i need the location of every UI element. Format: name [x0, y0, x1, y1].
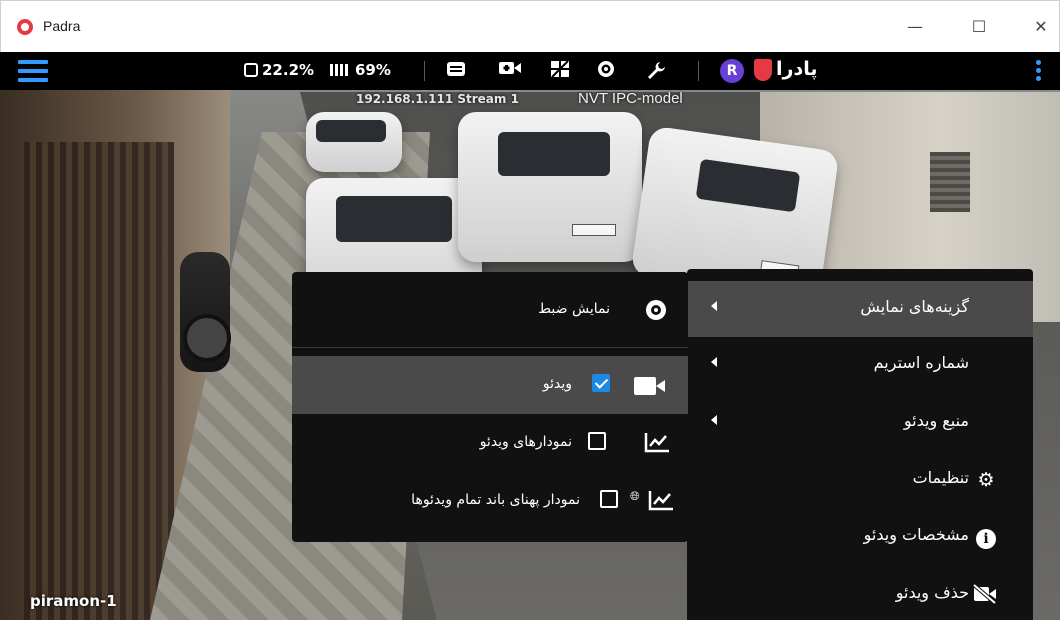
scene-car: [458, 112, 642, 262]
submenu-item-video-charts[interactable]: نمودارهای ویدئو: [292, 414, 688, 472]
menu-item-label: گزینه‌های نمایش: [860, 297, 969, 316]
menu-item-label: مشخصات ویدئو: [863, 525, 969, 544]
video-off-icon: [972, 583, 997, 606]
scene-window: [930, 152, 970, 212]
camera-model: NVT IPC-model: [578, 90, 683, 107]
chevron-left-icon: [711, 357, 717, 367]
memory-usage: 69%: [355, 61, 391, 79]
menu-icon[interactable]: [18, 60, 48, 82]
video-add-icon[interactable]: [498, 60, 522, 82]
scene-door: [24, 142, 174, 620]
close-icon[interactable]: ✕: [1029, 15, 1053, 39]
menu-item-video-source[interactable]: منبع ویدئو: [687, 395, 1033, 451]
submenu-item-show-recording[interactable]: نمایش ضبط: [292, 281, 688, 339]
brand-logo: پادرا: [776, 58, 818, 80]
submenu-item-label: نمودار پهنای باند تمام ویدئوها: [411, 492, 580, 508]
toolbar-divider: [424, 61, 425, 81]
chart-icon: [648, 489, 674, 511]
context-menu: گزینه‌های نمایش شماره استریم منبع ویدئو …: [687, 269, 1033, 620]
scene-car: [306, 112, 402, 172]
maximize-icon[interactable]: ☐: [967, 15, 991, 39]
chevron-left-icon: [711, 301, 717, 311]
stream-info: 192.168.1.111 Stream 1: [356, 92, 519, 106]
brand-shield-icon: [754, 59, 772, 81]
chart-icon: [644, 431, 670, 453]
submenu-item-label: ویدئو: [542, 376, 572, 392]
gear-icon: ⚙: [977, 469, 995, 491]
chevron-left-icon: [711, 415, 717, 425]
menu-item-label: شماره استریم: [873, 353, 969, 372]
menu-item-display-options[interactable]: گزینه‌های نمایش: [687, 281, 1033, 337]
video-charts-checkbox[interactable]: [588, 432, 606, 450]
video-icon: [634, 377, 666, 395]
toolbar-divider: [698, 61, 699, 81]
app-toolbar: 22.2% 69% R پادرا: [0, 52, 1060, 90]
minimize-icon[interactable]: —: [903, 15, 927, 39]
video-checkbox[interactable]: [592, 374, 610, 392]
menu-item-settings[interactable]: ⚙ تنظیمات: [687, 452, 1033, 508]
camera-name: piramon-1: [30, 592, 117, 610]
memory-icon: [330, 64, 350, 76]
cpu-icon: [244, 63, 258, 77]
grid-icon[interactable]: [548, 60, 572, 82]
menu-divider: [292, 347, 688, 348]
display-options-submenu: نمایش ضبط ویدئو نمودارهای ویدئو 🌐︎ نمودا…: [292, 272, 688, 542]
record-icon[interactable]: [594, 60, 618, 82]
submenu-item-label: نمایش ضبط: [538, 301, 610, 317]
window-titlebar: Padra — ☐ ✕: [0, 0, 1060, 52]
submenu-item-video[interactable]: ویدئو: [292, 356, 688, 414]
submenu-item-label: نمودارهای ویدئو: [479, 434, 572, 450]
menu-item-stream-number[interactable]: شماره استریم: [687, 337, 1033, 393]
avatar[interactable]: R: [720, 59, 744, 83]
menu-item-label: منبع ویدئو: [903, 411, 969, 430]
cpu-usage: 22.2%: [262, 61, 315, 79]
window-title: Padra: [43, 18, 81, 34]
menu-item-video-info[interactable]: i مشخصات ویدئو: [687, 509, 1033, 565]
record-icon: [646, 300, 666, 320]
menu-item-label: تنظیمات: [912, 468, 969, 487]
submenu-item-bandwidth-chart[interactable]: 🌐︎ نمودار پهنای باند تمام ویدئوها: [292, 472, 688, 530]
info-icon: i: [975, 526, 997, 549]
menu-item-label: حذف ویدئو: [895, 583, 969, 602]
menu-item-delete-video[interactable]: حذف ویدئو: [687, 567, 1033, 623]
more-vert-icon[interactable]: [1036, 60, 1044, 84]
globe-icon: 🌐︎: [630, 489, 640, 503]
bandwidth-chart-checkbox[interactable]: [600, 490, 618, 508]
wrench-icon[interactable]: [644, 60, 668, 82]
layout-icon[interactable]: [444, 60, 468, 82]
scene-motorcycle: [180, 252, 231, 372]
app-logo-icon: [17, 19, 33, 35]
